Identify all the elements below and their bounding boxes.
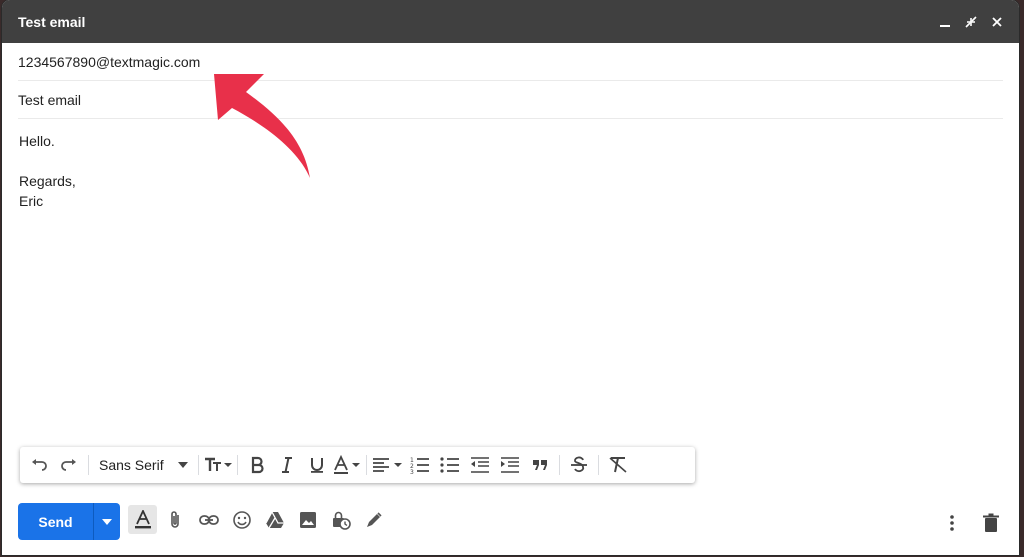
link-icon[interactable]: [194, 505, 223, 534]
toolbar-divider: [558, 455, 560, 475]
signature-icon[interactable]: [359, 505, 388, 534]
more-options-icon[interactable]: [937, 508, 966, 537]
toolbar-divider: [236, 455, 238, 475]
close-icon[interactable]: [989, 14, 1005, 30]
toolbar-divider: [88, 455, 89, 475]
recipient-address: 1234567890@textmagic.com: [18, 53, 201, 70]
trash-icon[interactable]: [976, 508, 1005, 537]
compose-secondary-actions: [937, 508, 1005, 537]
minimize-icon[interactable]: [937, 14, 953, 30]
photo-icon[interactable]: [293, 505, 322, 534]
text-size-icon[interactable]: [203, 447, 233, 483]
send-button[interactable]: Send: [18, 503, 93, 540]
formatting-options-icon[interactable]: [128, 505, 157, 534]
title-bar: Test email: [2, 0, 1019, 43]
align-icon[interactable]: [371, 447, 405, 483]
formatting-toolbar: Sans Serif 123: [20, 447, 695, 483]
quote-icon[interactable]: [525, 447, 555, 483]
undo-icon[interactable]: [24, 447, 54, 483]
italic-icon[interactable]: [272, 447, 302, 483]
subject-field[interactable]: Test email: [18, 81, 1003, 119]
bold-icon[interactable]: [242, 447, 272, 483]
compose-actions-bar: Send: [2, 500, 1019, 544]
drive-icon[interactable]: [260, 505, 289, 534]
remove-formatting-icon[interactable]: [603, 447, 633, 483]
bulleted-list-icon[interactable]: [435, 447, 465, 483]
chevron-down-icon: [102, 518, 112, 525]
toolbar-divider: [365, 455, 367, 475]
window-controls: [937, 14, 1005, 30]
font-selector[interactable]: Sans Serif: [93, 447, 194, 483]
subject-text: Test email: [18, 91, 82, 108]
to-field[interactable]: 1234567890@textmagic.com: [18, 43, 1003, 81]
attach-icon[interactable]: [161, 505, 190, 534]
numbered-list-icon[interactable]: 123: [405, 447, 435, 483]
underline-icon[interactable]: [302, 447, 332, 483]
confidential-icon[interactable]: [326, 505, 355, 534]
dropdown-icon: [177, 462, 188, 468]
message-body[interactable]: Hello. Regards, Eric: [2, 119, 1019, 223]
send-button-group: Send: [18, 503, 120, 540]
strikethrough-icon[interactable]: [564, 447, 594, 483]
toolbar-divider: [597, 455, 599, 475]
svg-text:3: 3: [410, 469, 414, 475]
indent-more-icon[interactable]: [495, 447, 525, 483]
emoji-icon[interactable]: [227, 505, 256, 534]
exit-fullscreen-icon[interactable]: [963, 14, 979, 30]
indent-less-icon[interactable]: [465, 447, 495, 483]
window-title: Test email: [18, 13, 86, 30]
redo-icon[interactable]: [54, 447, 84, 483]
font-name: Sans Serif: [99, 457, 164, 473]
text-color-icon[interactable]: [332, 447, 362, 483]
send-options-dropdown[interactable]: [93, 503, 120, 540]
toolbar-divider: [197, 455, 199, 475]
compose-window: Test email 1234567890@textmagic.com Test…: [2, 0, 1019, 555]
compose-tools: [128, 505, 388, 534]
